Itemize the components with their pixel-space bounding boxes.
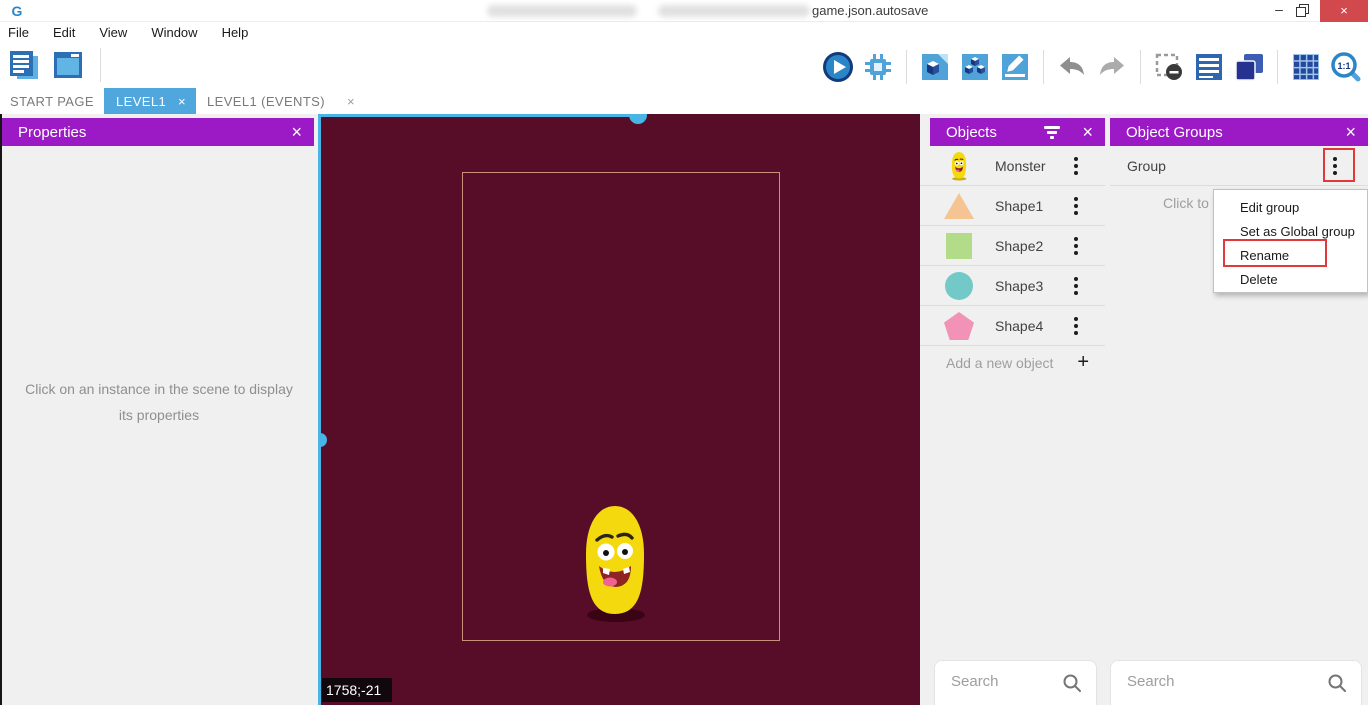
triangle-thumbnail-icon [944, 191, 974, 221]
object-groups-close-icon[interactable]: × [1345, 118, 1356, 146]
tab-bar: START PAGE LEVEL1 × LEVEL1 (EVENTS) × [0, 88, 1368, 114]
properties-panel: Properties × Click on an instance in the… [2, 114, 314, 705]
object-row-shape3[interactable]: Shape3 [920, 266, 1105, 306]
zoom-options-icon[interactable]: 1:1 [1330, 51, 1362, 83]
play-icon[interactable] [822, 51, 854, 83]
monster-thumbnail-icon [944, 151, 974, 181]
plus-icon: + [1077, 351, 1089, 374]
group-row[interactable]: Group [1110, 146, 1368, 186]
tab-level1-events[interactable]: LEVEL1 (EVENTS) × [207, 88, 355, 114]
properties-panel-header: Properties × [2, 118, 314, 146]
open-objects-panel-icon[interactable] [919, 51, 951, 83]
object-menu-icon[interactable] [1069, 155, 1083, 177]
menu-item-delete[interactable]: Delete [1214, 268, 1367, 292]
menu-item-set-global-group[interactable]: Set as Global group [1214, 220, 1367, 244]
close-button[interactable]: × [1320, 0, 1368, 22]
title-bar: G game.json.autosave – × [0, 0, 1368, 22]
groups-search-input[interactable] [1127, 673, 1302, 690]
object-name: Monster [995, 158, 1046, 174]
objects-panel-header: Objects × [930, 118, 1105, 146]
undo-icon[interactable] [1056, 51, 1088, 83]
selection-border-left [318, 114, 321, 705]
objects-search-input[interactable] [951, 673, 1064, 690]
object-name: Shape3 [995, 278, 1043, 294]
open-layers-panel-icon[interactable] [1233, 51, 1265, 83]
scene-canvas[interactable]: 1758;-21 [318, 114, 920, 705]
gdevelop-logo-icon: G [8, 2, 26, 20]
toggle-grid-icon[interactable] [1290, 51, 1322, 83]
search-icon[interactable] [1327, 673, 1347, 693]
properties-close-icon[interactable]: × [291, 118, 302, 146]
objects-panel-title: Objects [946, 124, 1044, 141]
search-icon[interactable] [1062, 673, 1082, 693]
objects-close-icon[interactable]: × [1082, 118, 1093, 146]
menu-window[interactable]: Window [151, 25, 197, 40]
tab-start-page[interactable]: START PAGE [10, 88, 94, 114]
window-title: game.json.autosave [812, 3, 928, 18]
open-properties-panel-icon[interactable] [999, 51, 1031, 83]
object-groups-panel: Object Groups × Group Click to Edit grou… [1105, 114, 1368, 705]
pentagon-thumbnail-icon [944, 311, 974, 341]
menu-item-rename[interactable]: Rename [1214, 244, 1367, 268]
square-thumbnail-icon [944, 231, 974, 261]
object-name: Shape4 [995, 318, 1043, 334]
selection-border-top [318, 114, 640, 117]
circle-thumbnail-icon [944, 271, 974, 301]
object-name: Shape1 [995, 198, 1043, 214]
monster-instance[interactable] [579, 502, 651, 624]
properties-panel-title: Properties [18, 124, 291, 141]
groups-hint-partial: Click to [1163, 195, 1213, 211]
object-groups-panel-title: Object Groups [1126, 124, 1345, 141]
group-context-menu: Edit group Set as Global group Rename De… [1213, 189, 1368, 293]
object-menu-icon[interactable] [1069, 235, 1083, 257]
resize-handle-top[interactable] [629, 114, 647, 124]
delete-selection-icon[interactable] [1153, 51, 1185, 83]
open-object-groups-panel-icon[interactable] [959, 51, 991, 83]
resize-handle-left[interactable] [318, 433, 327, 447]
objects-panel: Objects × Monster Shape1 Shape2 Shape3 [920, 114, 1105, 705]
tab-level1-close-icon[interactable]: × [178, 94, 186, 109]
open-objects-list-icon[interactable] [1193, 51, 1225, 83]
tab-level1[interactable]: LEVEL1 × [104, 88, 196, 114]
debug-icon[interactable] [862, 51, 894, 83]
objects-search-box [934, 660, 1097, 705]
zoom-ratio-label: 1:1 [1337, 61, 1350, 71]
group-name: Group [1127, 158, 1166, 174]
start-page-icon[interactable] [52, 49, 84, 81]
menu-file[interactable]: File [8, 25, 29, 40]
menu-help[interactable]: Help [222, 25, 249, 40]
redo-icon[interactable] [1096, 51, 1128, 83]
toolbar: 1:1 [0, 42, 1368, 88]
object-menu-icon[interactable] [1069, 315, 1083, 337]
title-redacted-segment [487, 5, 637, 17]
object-row-shape1[interactable]: Shape1 [920, 186, 1105, 226]
project-manager-icon[interactable] [8, 49, 40, 81]
restore-button[interactable] [1296, 4, 1309, 17]
minimize-button[interactable]: – [1264, 0, 1294, 22]
menu-item-edit-group[interactable]: Edit group [1214, 196, 1367, 220]
add-new-object-button[interactable]: Add a new object + [920, 346, 1105, 382]
group-menu-icon[interactable] [1328, 155, 1342, 177]
properties-hint: Click on an instance in the scene to dis… [18, 377, 300, 429]
object-menu-icon[interactable] [1069, 195, 1083, 217]
object-row-shape2[interactable]: Shape2 [920, 226, 1105, 266]
title-redacted-segment [658, 5, 810, 17]
menu-view[interactable]: View [99, 25, 127, 40]
object-menu-icon[interactable] [1069, 275, 1083, 297]
object-row-monster[interactable]: Monster [920, 146, 1105, 186]
object-groups-panel-header: Object Groups × [1110, 118, 1368, 146]
object-name: Shape2 [995, 238, 1043, 254]
menu-edit[interactable]: Edit [53, 25, 75, 40]
tab-level1-events-close-icon[interactable]: × [347, 94, 355, 109]
filter-icon[interactable] [1044, 126, 1060, 138]
groups-search-box [1110, 660, 1362, 705]
menu-bar: File Edit View Window Help [0, 22, 1368, 42]
object-row-shape4[interactable]: Shape4 [920, 306, 1105, 346]
cursor-coordinates: 1758;-21 [322, 678, 392, 702]
